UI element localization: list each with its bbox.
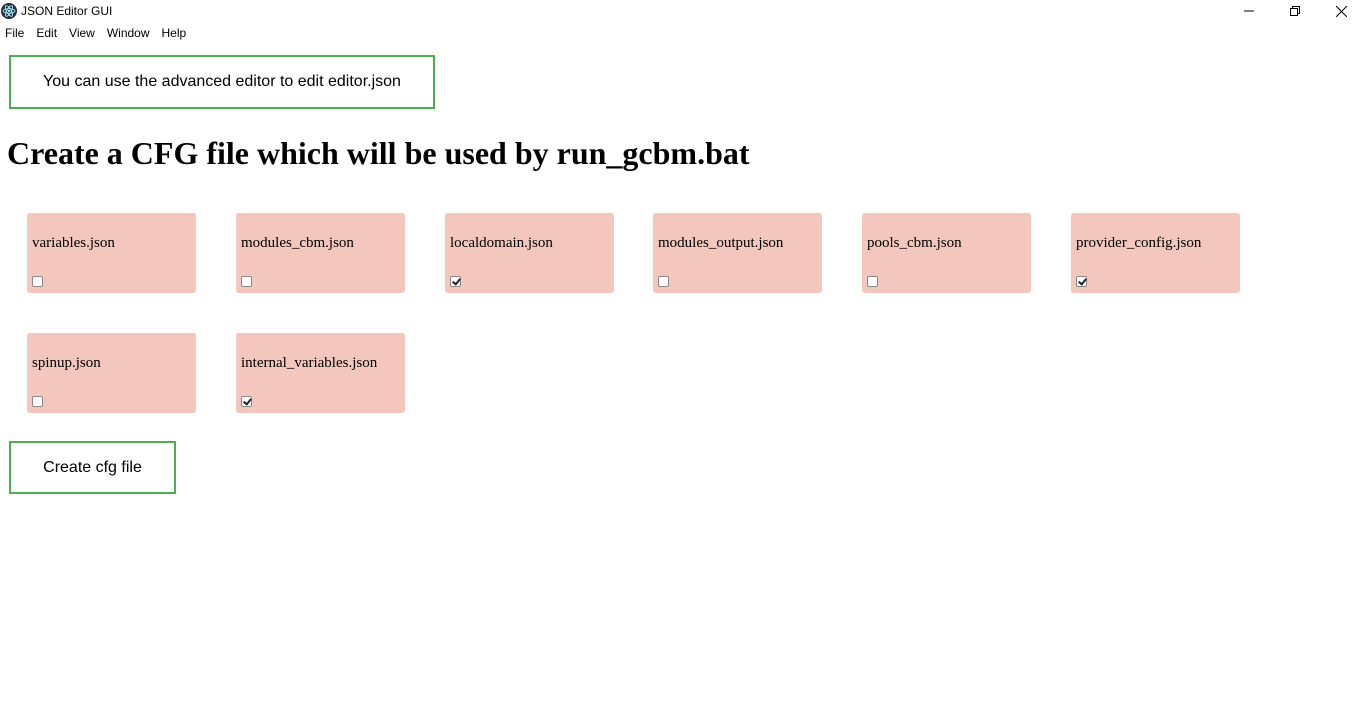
file-card-internal-variables: internal_variables.json — [236, 333, 405, 413]
minimize-icon — [1244, 10, 1254, 12]
file-card-label: provider_config.json — [1076, 235, 1202, 251]
file-card-checkbox[interactable] — [1076, 276, 1087, 287]
menu-edit[interactable]: Edit — [30, 23, 63, 43]
menu-view[interactable]: View — [63, 23, 101, 43]
file-card-label: localdomain.json — [450, 235, 553, 251]
file-card-label: variables.json — [32, 235, 115, 251]
menu-help[interactable]: Help — [156, 23, 193, 43]
menu-file[interactable]: File — [0, 23, 30, 43]
file-card-pools-cbm: pools_cbm.json — [862, 213, 1031, 293]
file-card-modules-cbm: modules_cbm.json — [236, 213, 405, 293]
restore-icon — [1290, 6, 1300, 16]
advanced-editor-button[interactable]: You can use the advanced editor to edit … — [9, 55, 435, 109]
file-card-label: modules_cbm.json — [241, 235, 354, 251]
window-title: JSON Editor GUI — [21, 4, 113, 18]
file-card-variables: variables.json — [27, 213, 196, 293]
menu-window[interactable]: Window — [101, 23, 156, 43]
file-card-checkbox[interactable] — [32, 276, 43, 287]
create-cfg-button[interactable]: Create cfg file — [9, 441, 176, 494]
close-button[interactable] — [1318, 0, 1364, 22]
file-card-checkbox[interactable] — [867, 276, 878, 287]
app-icon — [1, 3, 17, 19]
file-card-checkbox[interactable] — [32, 396, 43, 407]
file-card-spinup: spinup.json — [27, 333, 196, 413]
page-title: Create a CFG file which will be used by … — [7, 135, 750, 171]
file-card-label: modules_output.json — [658, 235, 784, 251]
file-card-provider-config: provider_config.json — [1071, 213, 1240, 293]
restore-button[interactable] — [1272, 0, 1318, 22]
file-card-label: pools_cbm.json — [867, 235, 962, 251]
title-bar: JSON Editor GUI — [0, 0, 1364, 22]
file-card-label: spinup.json — [32, 355, 101, 371]
file-card-checkbox[interactable] — [241, 396, 252, 407]
file-card-checkbox[interactable] — [658, 276, 669, 287]
file-card-checkbox[interactable] — [241, 276, 252, 287]
menu-bar: File Edit View Window Help — [0, 23, 192, 43]
file-card-label: internal_variables.json — [241, 355, 378, 371]
file-card-localdomain: localdomain.json — [445, 213, 614, 293]
file-card-checkbox[interactable] — [450, 276, 461, 287]
minimize-button[interactable] — [1226, 0, 1272, 22]
close-icon — [1335, 5, 1347, 17]
file-card-modules-output: modules_output.json — [653, 213, 822, 293]
